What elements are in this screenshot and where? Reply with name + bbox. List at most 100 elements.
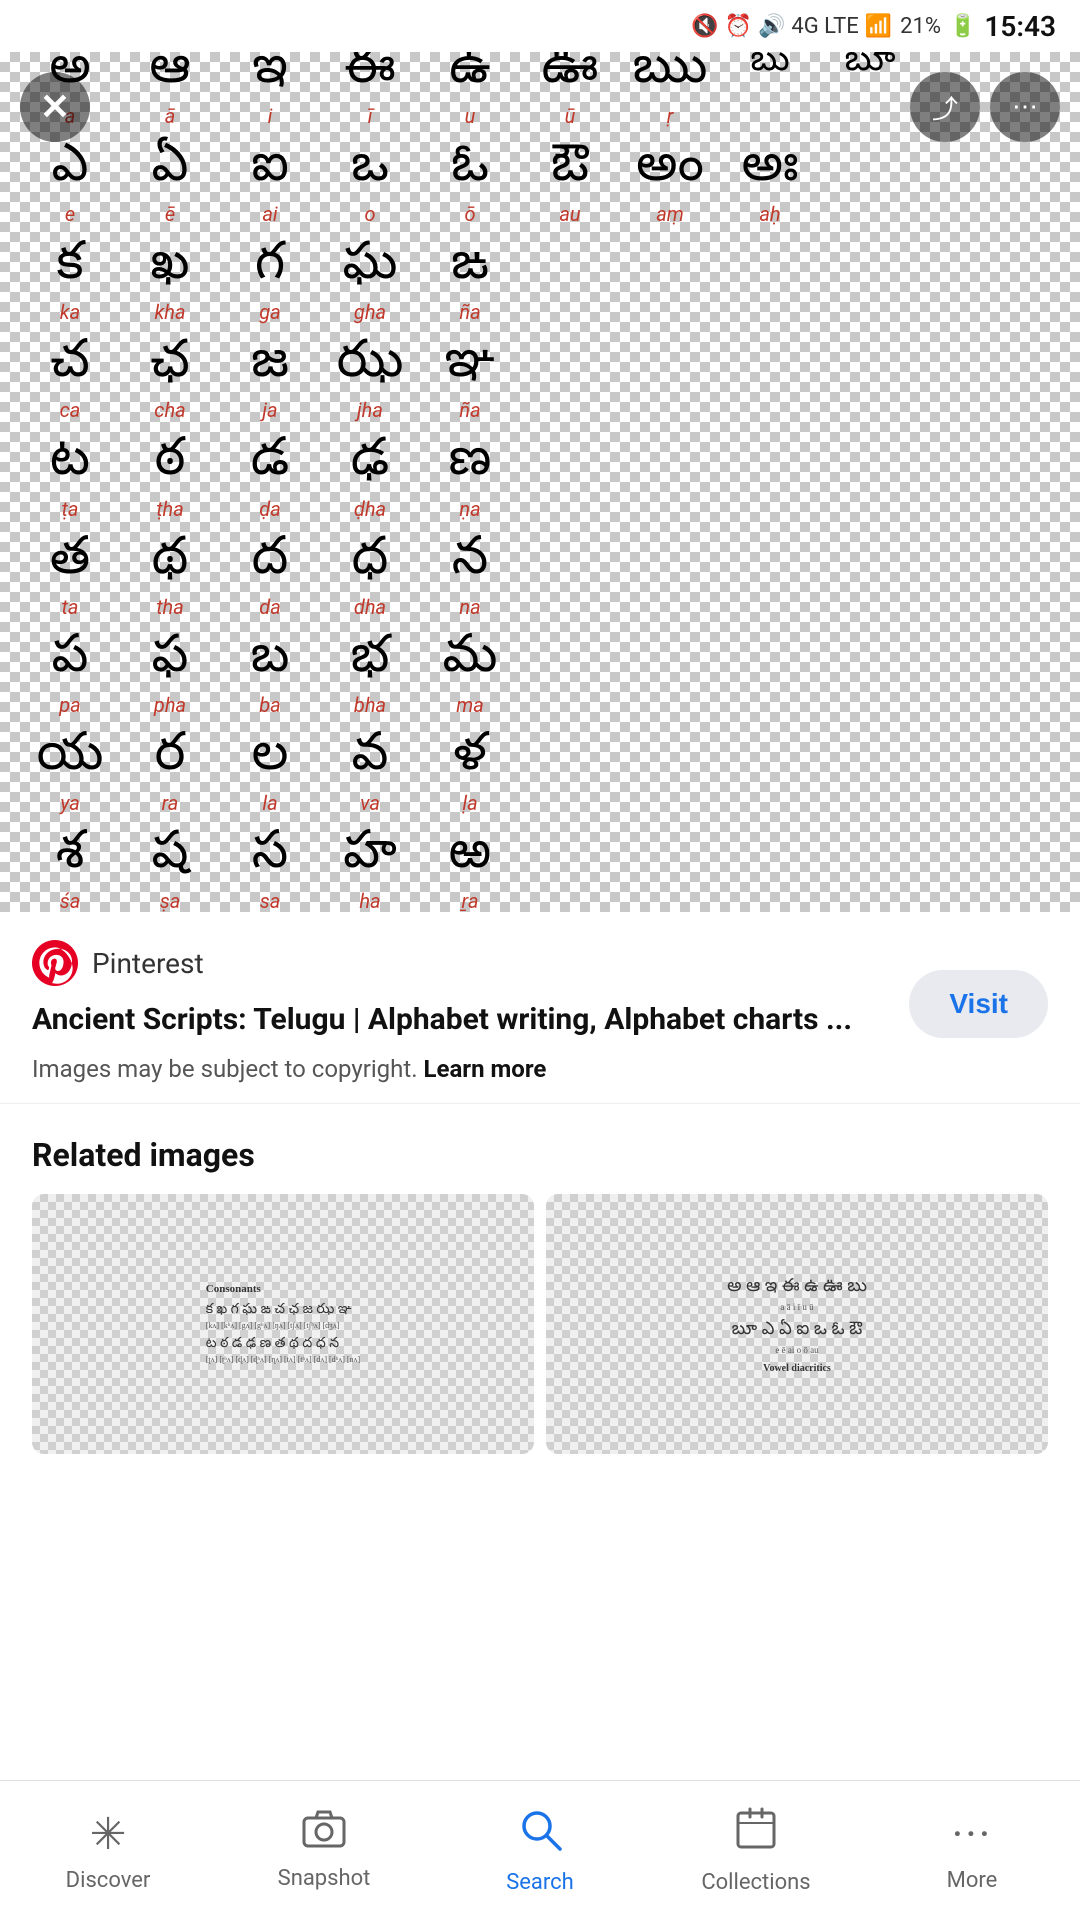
copyright-notice: Images may be subject to copyright. Lear… [32, 1055, 889, 1083]
telugu-cell: ఱṟa [420, 825, 520, 912]
nav-collections[interactable]: Collections [648, 1795, 864, 1907]
search-label: Search [506, 1870, 574, 1895]
signal-icon: 📶 [865, 14, 892, 39]
snapshot-label: Snapshot [278, 1866, 371, 1891]
pinterest-logo-icon [32, 940, 78, 986]
telugu-cell: దda [220, 531, 320, 629]
related-thumb-2[interactable]: అ ఆ ఇ ఈ ఉ ఊ బు a ā i ī u ū బూ ఎ ఏ ఐ ఒ ఓ … [546, 1194, 1048, 1454]
nav-search[interactable]: Search [432, 1795, 648, 1907]
status-bar: 🔇 ⏰ 🔊 4G LTE 📶 21% 🔋 15:43 [0, 0, 1080, 52]
source-info: Pinterest Ancient Scripts: Telugu | Alph… [32, 940, 889, 1083]
telugu-row-ca: చca ఛcha జja ఝjha ఞña [20, 334, 1060, 432]
telugu-cell: ఛcha [120, 334, 220, 432]
telugu-cell: షṣa [120, 825, 220, 912]
telugu-cell: ఇi [220, 52, 320, 138]
telugu-cell: గga [220, 236, 320, 334]
status-icons: 🔇 ⏰ 🔊 4G LTE 📶 [691, 14, 892, 39]
nav-snapshot[interactable]: Snapshot [216, 1798, 432, 1903]
battery-percent: 21% [900, 14, 941, 39]
more-label: More [947, 1868, 998, 1893]
learn-more-link[interactable]: Learn more [424, 1055, 547, 1083]
telugu-cell: ఫpha [120, 629, 220, 727]
telugu-cell: ఐai [220, 138, 320, 236]
nav-more[interactable]: ··· More [864, 1796, 1080, 1905]
telugu-cell: ఆā [120, 52, 220, 138]
telugu-cell: జja [220, 334, 320, 432]
related-thumb-1[interactable]: Consonants క ఖ గ ఘ ఙ చ ఛ జ ఝ ఞ [kʌ] [kʰʌ… [32, 1194, 534, 1454]
telugu-row-ta-dental: తta థtha దda ధdha నna [20, 531, 1060, 629]
telugu-cell: ఋṛ [620, 52, 720, 138]
telugu-cell: ఝjha [320, 334, 420, 432]
search-icon [518, 1807, 562, 1862]
share-button[interactable]: ⤴ [910, 72, 980, 142]
share-icon: ⤴ [932, 89, 958, 126]
telugu-cell: బba [220, 629, 320, 727]
discover-label: Discover [66, 1868, 151, 1893]
telugu-cell: థtha [120, 531, 220, 629]
collections-label: Collections [701, 1870, 810, 1895]
telugu-cell: ఈī [320, 52, 420, 138]
nav-discover[interactable]: ✳ Discover [0, 1796, 216, 1905]
telugu-cell: ఓō [420, 138, 520, 236]
related-grid: Consonants క ఖ గ ఘ ఙ చ ఛ జ ఝ ఞ [kʌ] [kʰʌ… [32, 1194, 1048, 1454]
volume-icon: 🔊 [758, 14, 785, 39]
related-images-section: Related images Consonants క ఖ గ ఘ ఙ చ ఛ … [0, 1104, 1080, 1474]
telugu-cell: ఞña [420, 334, 520, 432]
telugu-cell: వva [320, 727, 420, 825]
overlay-options: ⤴ ⋯ [910, 72, 1060, 142]
telugu-cell: కka [20, 236, 120, 334]
telugu-cell: ఠṭha [120, 432, 220, 530]
telugu-cell: లla [220, 727, 320, 825]
telugu-cell: ఉu [420, 52, 520, 138]
more-icon: ⋯ [1012, 92, 1038, 122]
telugu-row-ta-retro: టṭa ఠṭha డḍa ఢḍha ణṇa [20, 432, 1060, 530]
telugu-cell: పpa [20, 629, 120, 727]
telugu-cell: ఢḍha [320, 432, 420, 530]
close-button[interactable]: ✕ [20, 72, 90, 142]
telugu-cell: ణṇa [420, 432, 520, 530]
status-time: 15:43 [984, 10, 1056, 43]
telugu-cell: అఃaḥ [720, 138, 820, 236]
telugu-row-2: ఎe ఏē ఐai ఒo ఓō ఔau అంaṃ అఃaḥ [20, 138, 1060, 236]
telugu-cell: రra [120, 727, 220, 825]
source-name: Pinterest [92, 947, 204, 980]
visit-button[interactable]: Visit [909, 970, 1048, 1038]
discover-icon: ✳ [90, 1808, 127, 1860]
main-image[interactable]: ✕ ⤴ ⋯ అa ఆā ఇi ఈī ఉu ఊū ఋṛ బు బూ [0, 52, 1080, 912]
telugu-cell: ఎe [20, 138, 120, 236]
telugu-row-pa: పpa ఫpha బba భbha మma [20, 629, 1060, 727]
telugu-row-vowels: అa ఆā ఇi ఈī ఉu ఊū ఋṛ బు బూ [20, 52, 1060, 138]
close-icon: ✕ [40, 86, 70, 128]
telugu-cell: అంaṃ [620, 138, 720, 236]
telugu-cell: నna [420, 531, 520, 629]
telugu-chart: అa ఆā ఇi ఈī ఉu ఊū ఋṛ బు బూ ఎe ఏē ఐai ఒo … [0, 52, 1080, 912]
telugu-row-ka: కka ఖkha గga ఘgha ఙña [20, 236, 1060, 334]
telugu-cell: ఊū [520, 52, 620, 138]
mute-icon: 🔇 [691, 14, 718, 39]
telugu-cell: హha [320, 825, 420, 912]
telugu-cell: ఘgha [320, 236, 420, 334]
source-brand: Pinterest [32, 940, 889, 986]
telugu-row-sibilants: శśa షṣa సsa హha ఱṟa [20, 825, 1060, 912]
telugu-cell: మma [420, 629, 520, 727]
telugu-cell: ఖkha [120, 236, 220, 334]
telugu-cell: ఙña [420, 236, 520, 334]
alarm-icon: ⏰ [725, 14, 752, 39]
telugu-cell: బూ [820, 52, 920, 138]
related-title: Related images [32, 1136, 1048, 1174]
telugu-cell: టṭa [20, 432, 120, 530]
more-icon: ··· [952, 1808, 992, 1860]
collections-icon [736, 1807, 776, 1862]
telugu-cell: సsa [220, 825, 320, 912]
more-options-button[interactable]: ⋯ [990, 72, 1060, 142]
battery-icon: 🔋 [949, 14, 976, 39]
bottom-nav: ✳ Discover Snapshot Search [0, 1780, 1080, 1920]
telugu-cell: ఏē [120, 138, 220, 236]
telugu-cell: శśa [20, 825, 120, 912]
telugu-row-semivowels: యya రra లla వva ళḷa [20, 727, 1060, 825]
telugu-cell: ఔau [520, 138, 620, 236]
telugu-cell: ధdha [320, 531, 420, 629]
source-title: Ancient Scripts: Telugu | Alphabet writi… [32, 1000, 889, 1039]
telugu-cell: డḍa [220, 432, 320, 530]
telugu-cell: ఒo [320, 138, 420, 236]
